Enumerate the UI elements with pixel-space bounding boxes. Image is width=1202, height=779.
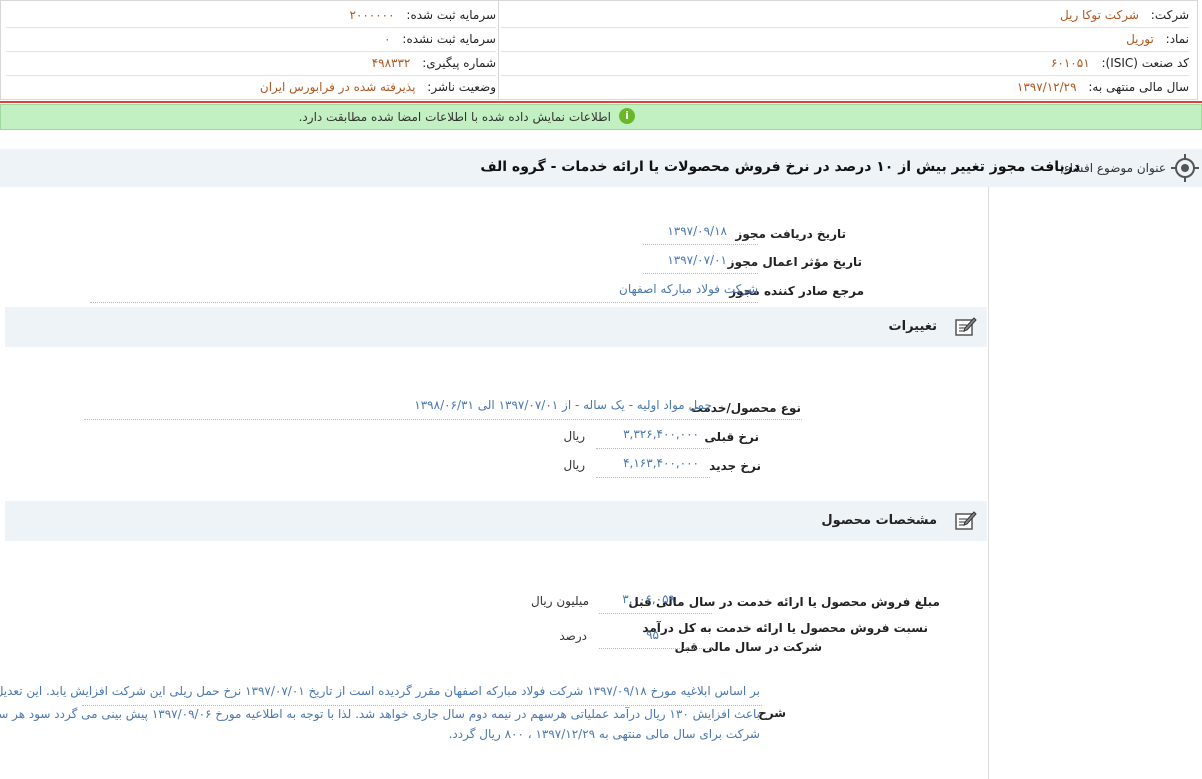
prev-rate-unit: ریال [563,429,585,443]
prev-rate-label: نرخ قبلی [704,430,759,444]
edit-form-icon [955,511,977,530]
fiscal-label: سال مالی منتهی به: [1088,80,1189,94]
verification-notice: i اطلاعات نمایش داده شده با اطلاعات امضا… [0,104,1202,130]
isic-value: ۶۰۱۰۵۱ [1050,56,1090,70]
ratio-underline [599,648,712,649]
ratio-label-line2: شرکت در سال مالی قبل [674,640,823,654]
unregistered-capital-value: ۰ [384,32,391,46]
unregistered-capital-row: سرمایه ثبت نشده: ۰ [6,27,496,52]
symbol-row: نماد: توریل [501,27,1189,52]
sales-unit: میلیون ریال [531,594,589,608]
crosshair-icon [1171,154,1199,182]
sales-label: مبلغ فروش محصول یا ارائه خدمت در سال مال… [628,595,940,609]
issuer-underline [90,302,758,303]
company-row: شرکت: شرکت توکا ریل [501,3,1189,28]
tracking-label: شماره پیگیری: [422,56,496,70]
product-specs-title: مشخصات محصول [821,513,937,528]
status-value: پذیرفته شده در فرابورس ایران [259,80,416,94]
company-info-grid: شرکت: شرکت توکا ریل نماد: توریل کد صنعت … [0,0,1198,100]
product-type-underline [84,419,802,420]
edit-form-icon [955,317,977,336]
receive-date-underline [643,244,758,245]
isic-label: کد صنعت (ISIC): [1101,56,1189,70]
fiscal-row: سال مالی منتهی به: ۱۳۹۷/۱۲/۲۹ [501,75,1189,99]
effective-date-label: تاریخ مؤثر اعمال مجوز [727,255,862,269]
ratio-label-line1: نسبت فروش محصول یا ارائه خدمت به کل درآم… [642,621,928,635]
separator-line [0,101,1202,103]
unregistered-capital-label: سرمایه ثبت نشده: [402,32,496,46]
company-value[interactable]: شرکت توکا ریل [1060,8,1139,22]
product-type-value: حمل مواد اولیه - یک ساله - از ۱۳۹۷/۰۷/۰۱… [414,398,712,412]
status-row: وضعیت ناشر: پذیرفته شده در فرابورس ایران [6,75,496,99]
receive-date-value: ۱۳۹۷/۰۹/۱۸ [667,224,727,238]
changes-section-header: تغییرات [5,307,987,347]
company-label: شرکت: [1150,8,1189,22]
description-underline [82,705,762,706]
description-line-1: بر اساس ابلاغیه مورخ ۱۳۹۷/۰۹/۱۸ شرکت فول… [0,684,760,698]
ratio-unit: درصد [559,629,587,643]
effective-date-underline [643,273,758,274]
tracking-row: شماره پیگیری: ۴۹۸۳۳۲ [6,51,496,76]
notice-text: اطلاعات نمایش داده شده با اطلاعات امضا ش… [298,110,611,124]
sales-value: ۳,۰۰۶,۰۵۹ [622,592,675,606]
new-rate-unit: ریال [563,458,585,472]
new-rate-value: ۴,۱۶۳,۴۰۰,۰۰۰ [623,456,699,470]
description-line-2: باعث افزایش ۱۳۰ ریال درآمد عملیاتی هرسهم… [0,707,760,721]
column-separator [498,1,499,99]
ratio-value: ۹۵ [646,628,659,642]
prev-rate-underline [596,448,710,449]
prev-rate-value: ۳,۳۲۶,۴۰۰,۰۰۰ [623,427,699,441]
changes-title: تغییرات [888,319,937,334]
subject-bar: عنوان موضوع افشاء: دریافت مجوز تغییر بیش… [0,149,1202,187]
isic-row: کد صنعت (ISIC): ۶۰۱۰۵۱ [501,51,1189,76]
subject-title: دریافت مجوز تغییر بیش از ۱۰ درصد در نرخ … [480,159,1080,175]
symbol-label: نماد: [1165,32,1189,46]
content-border [988,187,989,779]
symbol-value[interactable]: توریل [1126,32,1154,46]
info-icon: i [619,108,635,124]
new-rate-underline [596,477,710,478]
issuer-value: شرکت فولاد مبارکه اصفهان [619,282,758,296]
effective-date-value: ۱۳۹۷/۰۷/۰۱ [667,253,727,267]
sales-underline [599,613,712,614]
registered-capital-row: سرمایه ثبت شده: ۲۰۰۰۰۰۰ [6,3,496,28]
new-rate-label: نرخ جدید [709,459,761,473]
product-specs-section-header: مشخصات محصول [5,501,987,541]
status-label: وضعیت ناشر: [427,80,496,94]
registered-capital-value: ۲۰۰۰۰۰۰ [349,8,395,22]
description-line-3: شرکت برای سال مالی منتهی به ۱۳۹۷/۱۲/۲۹ ،… [448,727,760,741]
description-label: شرح [758,706,786,720]
tracking-value: ۴۹۸۳۳۲ [371,56,411,70]
receive-date-label: تاریخ دریافت مجوز [735,227,846,241]
registered-capital-label: سرمایه ثبت شده: [406,8,496,22]
fiscal-value: ۱۳۹۷/۱۲/۲۹ [1016,80,1077,94]
